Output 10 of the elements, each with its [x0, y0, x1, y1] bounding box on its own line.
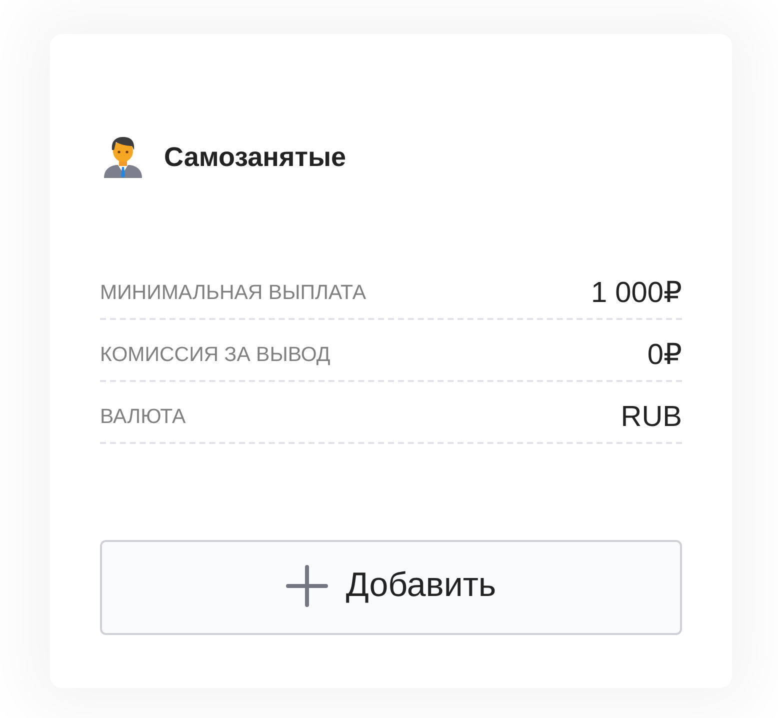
row-label: КОМИССИЯ ЗА ВЫВОД	[100, 342, 330, 368]
card-title: Самозанятые	[164, 142, 346, 173]
row-label: ВАЛЮТА	[100, 404, 186, 430]
row-value: RUB	[620, 402, 682, 432]
businessman-icon	[104, 137, 142, 178]
add-button[interactable]: Добавить	[100, 540, 682, 635]
row-value: 0₽	[647, 340, 682, 370]
plus-icon	[286, 564, 328, 606]
row-value: 1 000₽	[590, 278, 682, 308]
row-label: МИНИМАЛЬНАЯ ВЫПЛАТА	[100, 280, 366, 306]
